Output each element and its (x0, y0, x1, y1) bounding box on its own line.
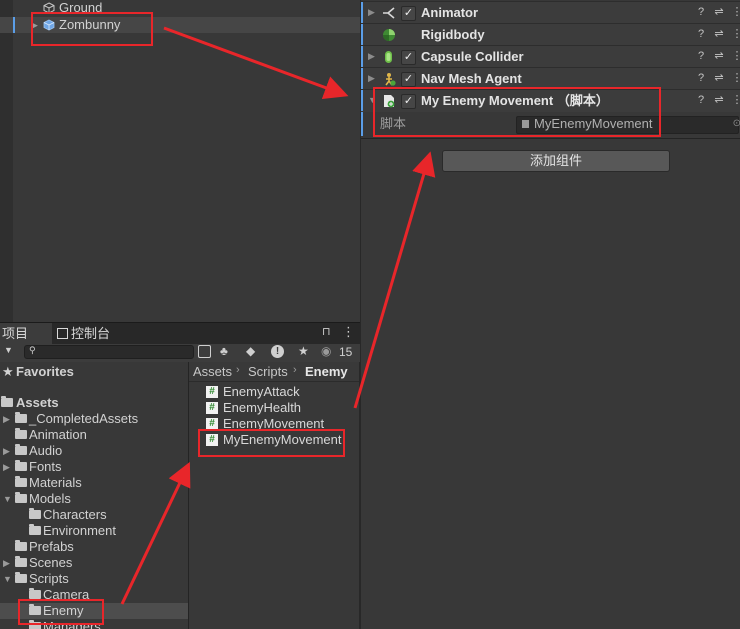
annotation-arrows (120, 26, 436, 605)
annotation-arrow (163, 26, 349, 100)
annotation-arrow (120, 461, 191, 605)
annotation-arrow (353, 151, 436, 409)
